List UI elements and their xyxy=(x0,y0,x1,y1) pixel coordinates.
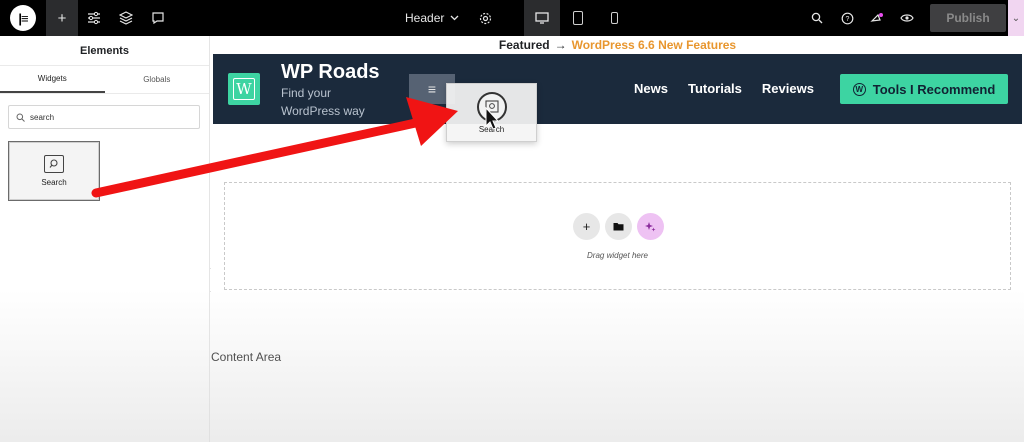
nav-item-tutorials[interactable]: Tutorials xyxy=(688,81,742,96)
help-icon: ? xyxy=(841,12,853,24)
search-icon xyxy=(811,12,823,24)
document-name: Header xyxy=(405,11,445,25)
add-template-button[interactable] xyxy=(605,213,632,240)
drag-ring-icon xyxy=(476,91,507,122)
hamburger-icon: ≡ xyxy=(427,81,437,97)
comment-icon xyxy=(152,12,164,25)
editor-topbar: |≡ + Header ? Publish ⌄ xyxy=(0,0,1024,36)
gear-icon[interactable] xyxy=(479,12,492,25)
dropzone-actions: + xyxy=(573,213,664,240)
site-logo-mark: W xyxy=(233,78,255,100)
widget-search-input[interactable] xyxy=(30,112,180,122)
eye-icon xyxy=(900,14,914,22)
dragging-widget-ghost: Search xyxy=(446,83,537,142)
structure-button[interactable] xyxy=(110,0,142,36)
search-widget-icon xyxy=(44,155,64,173)
elementor-logo-icon[interactable]: |≡ xyxy=(10,5,36,31)
mobile-icon xyxy=(610,12,618,24)
svg-text:?: ? xyxy=(845,16,849,23)
preview-button[interactable] xyxy=(892,0,922,36)
folder-icon xyxy=(613,223,624,231)
dropzone-hint: Drag widget here xyxy=(587,251,648,260)
featured-label: Featured xyxy=(498,38,550,52)
topbar-left-group: |≡ + xyxy=(0,0,174,36)
document-selector[interactable]: Header xyxy=(393,11,504,25)
publish-options-button[interactable]: ⌄ xyxy=(1008,0,1024,36)
elementor-logo-mark: |≡ xyxy=(18,10,28,26)
site-title[interactable]: WP Roads xyxy=(281,61,380,84)
panel-tabs: Widgets Globals xyxy=(0,66,209,94)
chevron-down-icon xyxy=(450,15,459,21)
whats-new-button[interactable] xyxy=(862,0,892,36)
editor-canvas: Featured → WordPress 6.6 New Features W … xyxy=(211,36,1024,442)
publish-button[interactable]: Publish xyxy=(930,4,1006,32)
add-element-button[interactable]: + xyxy=(46,0,78,36)
site-tagline: Find your WordPress way xyxy=(281,86,365,118)
topbar-center-group: Header xyxy=(393,0,632,36)
tablet-icon xyxy=(573,11,584,25)
arrow-right-icon: → xyxy=(554,38,567,52)
site-logo[interactable]: W xyxy=(228,73,260,105)
nav-item-news[interactable]: News xyxy=(634,81,668,96)
tab-globals[interactable]: Globals xyxy=(105,66,210,93)
desktop-icon xyxy=(535,12,550,24)
tab-widgets[interactable]: Widgets xyxy=(0,66,105,93)
ai-generate-button[interactable] xyxy=(637,213,664,240)
responsive-mode-switcher xyxy=(524,0,632,36)
tablet-mode-button[interactable] xyxy=(560,0,596,36)
tools-recommend-label: Tools I Recommend xyxy=(872,81,996,97)
drag-ghost-label: Search xyxy=(478,124,505,134)
wordpress-icon: W xyxy=(852,82,866,96)
sparkle-icon xyxy=(645,222,656,232)
featured-link[interactable]: WordPress 6.6 New Features xyxy=(572,38,737,52)
plus-icon: + xyxy=(582,219,591,234)
site-settings-button[interactable] xyxy=(78,0,110,36)
site-header[interactable]: W WP Roads Find your WordPress way ≡ New… xyxy=(213,54,1022,124)
content-area-label: Content Area xyxy=(211,350,282,364)
search-icon xyxy=(16,113,25,122)
notifications-icon xyxy=(870,12,883,22)
topbar-right-group: ? Publish ⌄ xyxy=(802,0,1024,36)
site-nav: News Tutorials Reviews xyxy=(634,81,814,96)
widget-label: Search xyxy=(41,178,67,187)
panel-title: Elements xyxy=(0,36,209,66)
widget-search-box xyxy=(8,105,200,129)
help-button[interactable]: ? xyxy=(832,0,862,36)
search-widget-icon xyxy=(484,99,499,113)
notes-button[interactable] xyxy=(142,0,174,36)
plus-icon: + xyxy=(57,9,67,27)
nav-item-reviews[interactable]: Reviews xyxy=(762,81,814,96)
finder-button[interactable] xyxy=(802,0,832,36)
chevron-down-icon: ⌄ xyxy=(1011,12,1021,24)
elements-panel: Elements Widgets Globals Search xyxy=(0,36,210,442)
layers-icon xyxy=(119,11,133,25)
featured-bar: Featured → WordPress 6.6 New Features xyxy=(211,36,1024,54)
widget-search[interactable]: Search xyxy=(8,141,100,201)
mobile-mode-button[interactable] xyxy=(596,0,632,36)
empty-container-dropzone[interactable]: + Drag widget here xyxy=(224,182,1011,290)
add-section-button[interactable]: + xyxy=(573,213,600,240)
desktop-mode-button[interactable] xyxy=(524,0,561,36)
sliders-icon xyxy=(88,11,100,25)
tools-recommend-button[interactable]: W Tools I Recommend xyxy=(840,74,1008,104)
